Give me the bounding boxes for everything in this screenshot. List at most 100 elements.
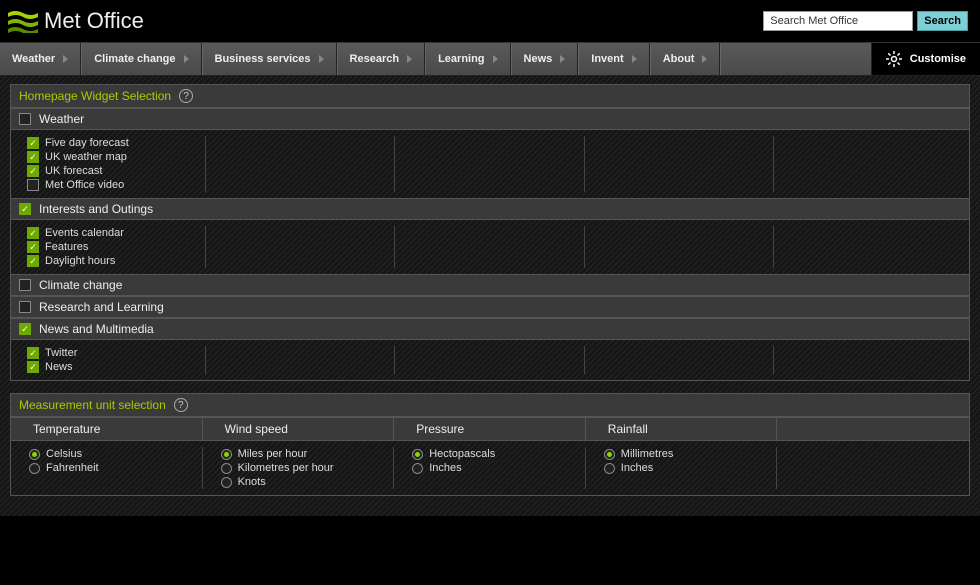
unit-group-header: Pressure — [394, 418, 586, 440]
section-column — [395, 226, 584, 268]
section-column: Events calendarFeaturesDaylight hours — [17, 226, 206, 268]
widget-checkbox[interactable] — [27, 165, 39, 177]
customise-label: Customise — [910, 53, 966, 65]
unit-option-label: Knots — [238, 476, 266, 488]
unit-group-header — [777, 418, 969, 440]
nav-item-label: Weather — [12, 53, 55, 65]
section-column: Five day forecast UK weather map UK foreca… — [17, 136, 206, 192]
search-input[interactable] — [763, 11, 913, 31]
brand-wave-icon — [8, 9, 38, 33]
section-checkbox[interactable] — [19, 323, 31, 335]
help-icon[interactable]: ? — [179, 89, 193, 103]
widget-checkbox[interactable] — [27, 227, 39, 239]
widget-selection-panel: Homepage Widget Selection ? Weather Five … — [10, 84, 970, 381]
section-checkbox[interactable] — [19, 203, 31, 215]
brand-name: Met Office — [44, 8, 144, 34]
widget-option-label: UK weather map — [45, 151, 127, 163]
unit-option-label: Kilometres per hour — [238, 462, 334, 474]
widget-checkbox[interactable] — [27, 361, 39, 373]
widget-option: UK forecast — [27, 164, 195, 178]
widget-option-label: Twitter — [45, 347, 77, 359]
widget-checkbox[interactable] — [27, 137, 39, 149]
unit-option-label: Millimetres — [621, 448, 674, 460]
section-checkbox[interactable] — [19, 279, 31, 291]
widget-checkbox[interactable] — [27, 255, 39, 267]
section-checkbox[interactable] — [19, 113, 31, 125]
chevron-right-icon — [632, 55, 637, 63]
unit-radio[interactable] — [29, 463, 40, 474]
section-column — [774, 136, 963, 192]
section-body: Events calendarFeaturesDaylight hours — [11, 220, 969, 274]
unit-radio[interactable] — [221, 463, 232, 474]
chevron-right-icon — [407, 55, 412, 63]
widget-option: Features — [27, 240, 195, 254]
widget-option-label: Met Office video — [45, 179, 124, 191]
unit-radio[interactable] — [412, 463, 423, 474]
section-body: TwitterNews — [11, 340, 969, 380]
nav-item-invent[interactable]: Invent — [578, 43, 649, 75]
widget-option: Events calendar — [27, 226, 195, 240]
nav-item-learning[interactable]: Learning — [425, 43, 510, 75]
section-label: Weather — [39, 112, 84, 126]
section-column — [585, 226, 774, 268]
section-column — [395, 346, 584, 374]
units-panel-title: Measurement unit selection ? — [11, 394, 969, 417]
nav-item-about[interactable]: About — [650, 43, 721, 75]
unit-radio[interactable] — [604, 449, 615, 460]
nav-item-label: Business services — [215, 53, 311, 65]
unit-group-column: Miles per hour Kilometres per hour Knots — [203, 447, 395, 489]
section-column — [774, 346, 963, 374]
unit-radio[interactable] — [412, 449, 423, 460]
help-icon[interactable]: ? — [174, 398, 188, 412]
section-column — [585, 136, 774, 192]
nav-item-label: About — [663, 53, 695, 65]
unit-option: Celsius — [29, 447, 184, 461]
unit-group-column — [777, 447, 969, 489]
chevron-right-icon — [493, 55, 498, 63]
units-panel: Measurement unit selection ? Temperature… — [10, 393, 970, 496]
section-header: Climate change — [11, 274, 969, 296]
unit-radio[interactable] — [604, 463, 615, 474]
widget-checkbox[interactable] — [27, 179, 39, 191]
section-checkbox[interactable] — [19, 301, 31, 313]
nav-item-business-services[interactable]: Business services — [202, 43, 337, 75]
widget-option-label: Five day forecast — [45, 137, 129, 149]
widget-option: UK weather map — [27, 150, 195, 164]
section-header: Interests and Outings — [11, 198, 969, 220]
unit-option-label: Miles per hour — [238, 448, 308, 460]
widget-checkbox[interactable] — [27, 241, 39, 253]
customise-button[interactable]: Customise — [871, 43, 980, 75]
header: Met Office Search — [0, 0, 980, 42]
widget-panel-title-text: Homepage Widget Selection — [19, 89, 171, 103]
widget-option-label: Features — [45, 241, 88, 253]
section-header: Research and Learning — [11, 296, 969, 318]
content: Homepage Widget Selection ? Weather Five … — [0, 76, 980, 516]
nav-item-news[interactable]: News — [511, 43, 579, 75]
section-label: News and Multimedia — [39, 322, 154, 336]
unit-radio[interactable] — [29, 449, 40, 460]
widget-checkbox[interactable] — [27, 151, 39, 163]
unit-option-label: Hectopascals — [429, 448, 495, 460]
nav-spacer — [720, 43, 870, 75]
section-column — [395, 136, 584, 192]
widget-option-label: Events calendar — [45, 227, 124, 239]
unit-radio[interactable] — [221, 477, 232, 488]
nav-item-weather[interactable]: Weather — [0, 43, 81, 75]
widget-checkbox[interactable] — [27, 347, 39, 359]
unit-radio[interactable] — [221, 449, 232, 460]
search-button[interactable]: Search — [917, 11, 968, 31]
chevron-right-icon — [184, 55, 189, 63]
widget-option-label: UK forecast — [45, 165, 102, 177]
unit-option: Kilometres per hour — [221, 461, 376, 475]
nav-item-research[interactable]: Research — [337, 43, 426, 75]
chevron-right-icon — [702, 55, 707, 63]
section-label: Interests and Outings — [39, 202, 153, 216]
nav-item-climate-change[interactable]: Climate change — [81, 43, 201, 75]
unit-option-label: Celsius — [46, 448, 82, 460]
unit-option-label: Inches — [621, 462, 653, 474]
logo[interactable]: Met Office — [8, 8, 144, 34]
nav-item-label: Climate change — [94, 53, 175, 65]
unit-option: Miles per hour — [221, 447, 376, 461]
chevron-right-icon — [63, 55, 68, 63]
navbar: Weather Climate change Business services Re… — [0, 42, 980, 76]
